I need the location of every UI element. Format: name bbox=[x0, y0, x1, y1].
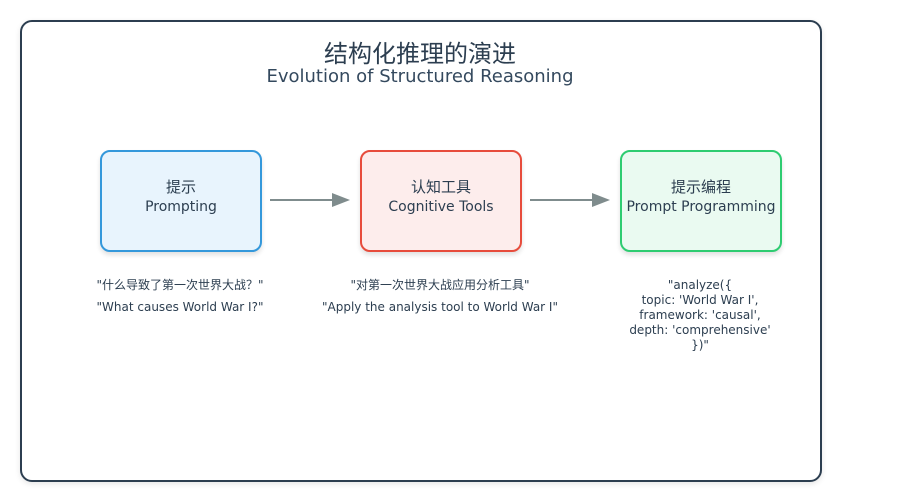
node-prompting: 提示 Prompting bbox=[100, 150, 262, 252]
example-cognitive-tools: "对第一次世界大战应用分析工具" "Apply the analysis too… bbox=[310, 276, 570, 320]
example-prompting-en: "What causes World War I?" bbox=[96, 300, 264, 314]
code-line: "analyze({ bbox=[667, 278, 733, 292]
node-cognitive-tools: 认知工具 Cognitive Tools bbox=[360, 150, 522, 252]
node-prompting-label-en: Prompting bbox=[145, 199, 217, 215]
arrow-prompting-to-tools bbox=[270, 193, 350, 207]
node-prompt-programming-label-zh: 提示编程 bbox=[670, 178, 731, 196]
title-english: Evolution of Structured Reasoning bbox=[266, 66, 574, 87]
example-prompt-programming: "analyze({ topic: 'World War I', framewo… bbox=[600, 278, 800, 353]
node-cognitive-tools-label-zh: 认知工具 bbox=[410, 178, 471, 196]
code-line: framework: 'causal', bbox=[639, 308, 761, 322]
node-cognitive-tools-label-en: Cognitive Tools bbox=[388, 199, 494, 215]
example-cognitive-tools-en: "Apply the analysis tool to World War I" bbox=[322, 300, 558, 314]
code-line: topic: 'World War I', bbox=[641, 293, 759, 307]
example-cognitive-tools-zh: "对第一次世界大战应用分析工具" bbox=[350, 278, 530, 292]
code-line: })" bbox=[691, 338, 709, 352]
example-prompting-zh: "什么导致了第一次世界大战？" bbox=[96, 278, 264, 292]
title-chinese: 结构化推理的演进 bbox=[324, 40, 516, 68]
node-prompt-programming: 提示编程 Prompt Programming bbox=[620, 150, 782, 252]
arrow-tools-to-programming bbox=[530, 193, 610, 207]
node-prompting-label-zh: 提示 bbox=[165, 178, 196, 196]
code-line: depth: 'comprehensive' bbox=[629, 323, 771, 337]
example-prompting: "什么导致了第一次世界大战？" "What causes World War I… bbox=[70, 276, 290, 320]
node-prompt-programming-label-en: Prompt Programming bbox=[626, 199, 776, 215]
